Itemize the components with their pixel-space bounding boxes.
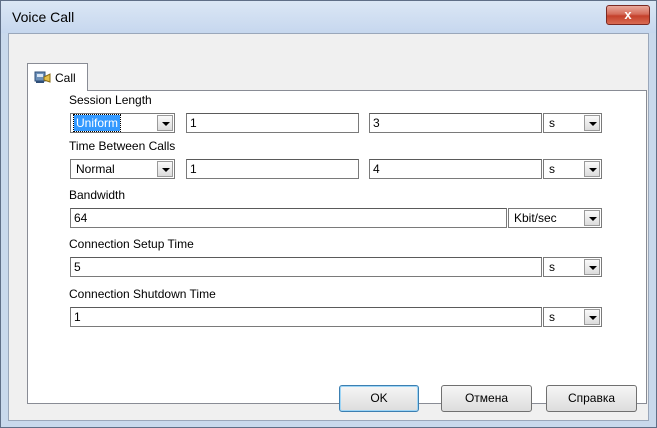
connection-shutdown-time-input[interactable]: 1 [70,307,542,327]
chevron-down-icon[interactable] [584,309,600,325]
session-length-param1-input[interactable]: 1 [186,113,359,133]
window-title: Voice Call [12,9,75,25]
time-between-calls-distribution-select[interactable]: Normal [70,159,175,179]
time-between-calls-unit-value: s [549,162,555,176]
connection-setup-unit-value: s [549,260,555,274]
chevron-down-icon[interactable] [584,210,600,226]
close-icon: x [624,7,632,22]
session-length-unit-value: s [549,116,555,130]
session-length-distribution-select[interactable]: Uniform [70,113,175,133]
tab-call-label: Call [55,71,76,85]
time-between-calls-label: Time Between Calls [69,139,176,153]
chevron-down-icon[interactable] [584,161,600,177]
chevron-down-icon[interactable] [157,115,173,131]
connection-setup-time-input[interactable]: 5 [70,257,542,277]
ok-button[interactable]: OK [339,385,419,412]
chevron-down-icon[interactable] [584,259,600,275]
bandwidth-unit-value: Kbit/sec [514,211,557,225]
session-length-param2-input[interactable]: 3 [369,113,542,133]
time-between-calls-param2-input[interactable]: 4 [369,159,542,179]
voice-call-dialog: Voice Call x Call Session Length Uniform [0,0,657,428]
chevron-down-icon[interactable] [157,161,173,177]
phone-call-icon [34,70,52,88]
help-button[interactable]: Справка [546,385,637,412]
session-length-unit-select[interactable]: s [543,113,602,133]
time-between-calls-param1-input[interactable]: 1 [186,159,359,179]
close-button[interactable]: x [606,5,650,25]
cancel-button[interactable]: Отмена [441,385,532,412]
session-length-label: Session Length [69,93,152,107]
call-tab-panel: Session Length Uniform 1 3 s Time Betwee… [27,90,647,404]
title-bar[interactable]: Voice Call x [1,1,656,33]
connection-shutdown-time-label: Connection Shutdown Time [69,287,216,301]
connection-shutdown-unit-select[interactable]: s [543,307,602,327]
bandwidth-label: Bandwidth [69,188,126,202]
connection-shutdown-unit-value: s [549,310,555,324]
dialog-body: Call Session Length Uniform 1 3 s Time B… [8,33,649,421]
chevron-down-icon[interactable] [584,115,600,131]
bandwidth-input[interactable]: 64 [70,208,507,228]
time-between-calls-unit-select[interactable]: s [543,159,602,179]
bandwidth-unit-select[interactable]: Kbit/sec [508,208,602,228]
time-between-calls-distribution-value: Normal [76,162,115,176]
session-length-distribution-value: Uniform [72,114,122,132]
connection-setup-unit-select[interactable]: s [543,257,602,277]
tab-call[interactable]: Call [27,63,88,91]
connection-setup-time-label: Connection Setup Time [69,237,194,251]
